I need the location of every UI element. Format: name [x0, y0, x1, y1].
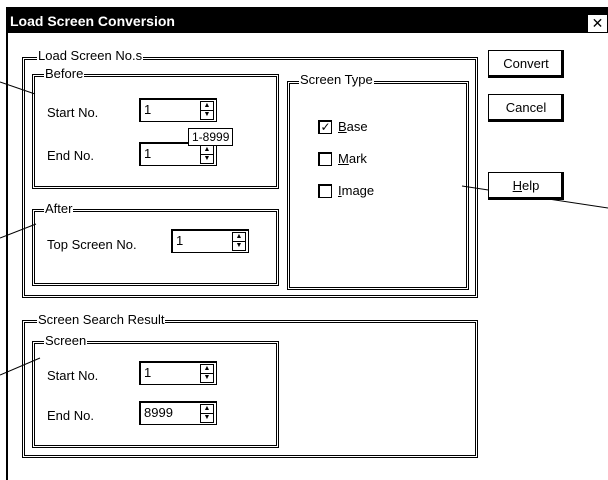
checkbox-box[interactable] — [318, 151, 332, 166]
spin-down-icon[interactable]: ▼ — [233, 242, 245, 250]
spin-down-icon[interactable]: ▼ — [201, 374, 213, 382]
top-screen-spinner[interactable]: 1 ▲ ▼ — [171, 229, 249, 253]
result-start-spinner[interactable]: 1 ▲ ▼ — [139, 361, 217, 385]
spin-up-icon[interactable]: ▲ — [201, 146, 213, 155]
close-icon[interactable]: ✕ — [587, 14, 608, 33]
spin-down-icon[interactable]: ▼ — [201, 414, 213, 422]
spin-up-icon[interactable]: ▲ — [201, 405, 213, 414]
result-end-value[interactable]: 8999 — [144, 404, 173, 422]
spin-down-icon[interactable]: ▼ — [201, 155, 213, 163]
checkbox-image[interactable]: Image — [318, 183, 374, 198]
checkbox-image-label: Image — [338, 183, 375, 198]
checkbox-base[interactable]: ✓ Base — [318, 119, 368, 134]
before-legend: Before — [44, 66, 85, 81]
checkbox-mark-label: Mark — [338, 151, 367, 166]
result-end-spinner[interactable]: 8999 ▲ ▼ — [139, 401, 217, 425]
range-tooltip: 1-8999 — [188, 128, 234, 146]
before-end-value[interactable]: 1 — [144, 145, 151, 163]
before-end-label: End No. — [47, 148, 94, 163]
screen-type-group — [287, 81, 469, 290]
spin-down-icon[interactable]: ▼ — [201, 111, 213, 119]
before-group — [32, 74, 279, 189]
spin-up-icon[interactable]: ▲ — [201, 365, 213, 374]
spin-up-icon[interactable]: ▲ — [233, 233, 245, 242]
result-screen-legend: Screen — [44, 333, 88, 348]
spin-buttons[interactable]: ▲ ▼ — [200, 145, 214, 164]
load-screen-legend: Load Screen No.s — [37, 48, 144, 63]
spin-buttons[interactable]: ▲ ▼ — [200, 101, 214, 120]
screen-type-legend: Screen Type — [299, 72, 374, 87]
title-bar: Load Screen Conversion — [8, 9, 608, 33]
before-start-label: Start No. — [47, 105, 99, 120]
result-end-label: End No. — [47, 408, 94, 423]
after-legend: After — [44, 201, 74, 216]
spin-buttons[interactable]: ▲ ▼ — [200, 404, 214, 423]
top-screen-label: Top Screen No. — [47, 237, 137, 252]
search-result-legend: Screen Search Result — [37, 312, 166, 327]
check-mark-icon[interactable]: ✓ — [318, 119, 332, 134]
cancel-button[interactable]: Cancel — [488, 94, 564, 122]
spin-buttons[interactable]: ▲ ▼ — [232, 232, 246, 251]
convert-button[interactable]: Convert — [488, 50, 564, 78]
result-start-value[interactable]: 1 — [144, 364, 151, 382]
checkbox-mark[interactable]: Mark — [318, 151, 367, 166]
spin-buttons[interactable]: ▲ ▼ — [200, 364, 214, 383]
checkbox-base-label: Base — [338, 119, 368, 134]
before-start-value[interactable]: 1 — [144, 101, 151, 119]
result-screen-group — [32, 341, 279, 448]
help-button[interactable]: Help — [488, 172, 564, 200]
result-start-label: Start No. — [47, 368, 99, 383]
top-screen-value[interactable]: 1 — [176, 232, 183, 250]
before-start-spinner[interactable]: 1 ▲ ▼ — [139, 98, 217, 122]
checkbox-box[interactable] — [318, 183, 332, 198]
spin-up-icon[interactable]: ▲ — [201, 102, 213, 111]
window-title: Load Screen Conversion — [10, 13, 175, 29]
